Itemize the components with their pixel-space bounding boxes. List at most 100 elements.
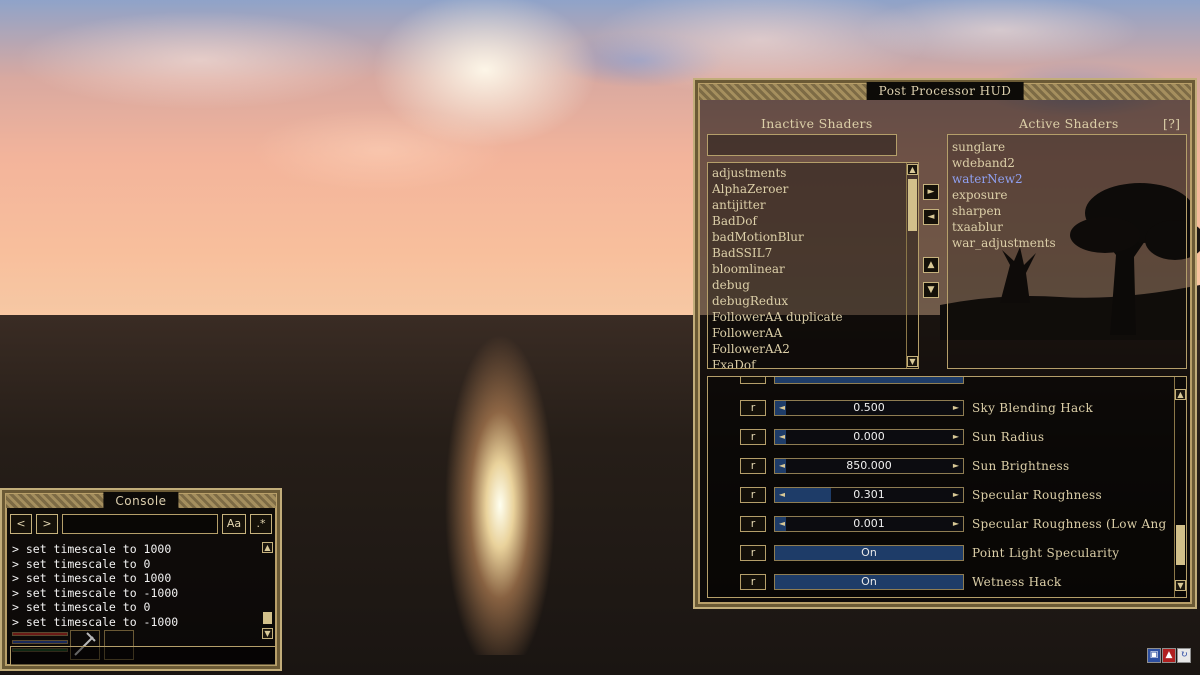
inactive-shader-item[interactable]: BadSSIL7 (712, 245, 902, 261)
console-titlebar[interactable]: Console (6, 492, 276, 510)
inactive-shader-item[interactable]: FxaDof (712, 357, 902, 368)
active-shader-item[interactable]: sharpen (952, 203, 1172, 219)
health-bar (12, 632, 68, 636)
move-shader-up-button[interactable]: ▲ (923, 257, 939, 273)
inactive-shader-item[interactable]: debugRedux (712, 293, 902, 309)
tray-icon-1: ▣ (1147, 648, 1161, 663)
param-slider[interactable]: ◄ ► 0.301 (774, 487, 964, 503)
reset-button[interactable]: r (740, 487, 766, 503)
param-toggle[interactable]: On (774, 574, 964, 590)
arrow-left-icon: ◄ (927, 212, 935, 222)
console-input[interactable] (62, 514, 218, 534)
slider-value: 0.001 (853, 517, 885, 530)
reset-button[interactable]: r (740, 574, 766, 590)
inactive-list-items: adjustments AlphaZeroer antijitter BadDof ba… (712, 165, 902, 368)
param-slider[interactable]: ◄ ► 0.000 (774, 429, 964, 445)
inactive-shaders-label: Inactive Shaders (761, 116, 873, 131)
inactive-shader-item[interactable]: adjustments (712, 165, 902, 181)
param-label: Sun Radius (972, 430, 1045, 444)
add-shader-button[interactable]: ► (923, 184, 939, 200)
help-button[interactable]: [?] (1163, 116, 1180, 131)
console-next-button[interactable]: > (36, 514, 58, 534)
param-row: r On Wetness Hack (708, 571, 1178, 593)
remove-shader-button[interactable]: ◄ (923, 209, 939, 225)
tray-icon-3: ↻ (1177, 648, 1191, 663)
inactive-shader-item[interactable]: antijitter (712, 197, 902, 213)
console-prev-button[interactable]: < (10, 514, 32, 534)
slider-value: 850.000 (846, 459, 892, 472)
active-shader-item[interactable]: exposure (952, 187, 1172, 203)
scroll-thumb[interactable] (908, 179, 917, 231)
shader-parameters-panel: r ◄ ► 0.500 Sky Blending Hack r ◄ ► 0.000 Sun Rad… (707, 376, 1187, 598)
arrow-down-icon[interactable]: ▼ (1175, 580, 1186, 591)
param-label: Specular Roughness (972, 488, 1102, 502)
reset-button[interactable]: r (740, 400, 766, 416)
console-line: > set timescale to 0 (12, 556, 151, 571)
arrow-down-icon[interactable]: ▼ (262, 628, 273, 639)
active-shaders-list[interactable]: sunglare wdeband2 waterNew2 exposure sharpen… (947, 134, 1187, 369)
inactive-shader-item[interactable]: badMotionBlur (712, 229, 902, 245)
arrow-down-icon[interactable]: ▼ (907, 356, 918, 367)
reset-button[interactable]: r (740, 545, 766, 561)
shader-search-input[interactable] (707, 134, 897, 156)
arrow-up-icon: ▲ (927, 260, 935, 270)
param-label: Wetness Hack (972, 575, 1062, 589)
active-shaders-label: Active Shaders (1019, 116, 1119, 131)
console-line: > set timescale to 0 (12, 600, 151, 614)
param-row: r ◄ ► 0.301 Specular Roughness (708, 484, 1178, 506)
param-row-partial (708, 377, 1178, 387)
reset-button[interactable] (740, 377, 766, 384)
inactive-shader-item[interactable]: FollowerAA2 (712, 341, 902, 357)
arrow-up-icon[interactable]: ▲ (1175, 389, 1186, 400)
post-processor-hud: Post Processor HUD Inactive Shaders Acti… (693, 78, 1197, 609)
hud-titlebar[interactable]: Post Processor HUD (699, 82, 1191, 100)
param-label: Sun Brightness (972, 459, 1070, 473)
reset-button[interactable]: r (740, 429, 766, 445)
param-row: r ◄ ► 0.000 Sun Radius (708, 426, 1178, 448)
param-slider[interactable]: ◄ ► 0.500 (774, 400, 964, 416)
arrow-up-icon[interactable]: ▲ (907, 164, 918, 175)
inactive-shaders-list[interactable]: adjustments AlphaZeroer antijitter BadDof ba… (707, 162, 919, 369)
sun-reflection (420, 315, 580, 655)
reset-button[interactable]: r (740, 458, 766, 474)
params-scrollbar[interactable]: ▲ ▼ (1174, 377, 1186, 597)
inactive-shader-item[interactable]: FollowerAA (712, 325, 902, 341)
console-title: Console (103, 492, 179, 510)
slider-value: 0.000 (853, 430, 885, 443)
param-slider[interactable]: ◄ ► 850.000 (774, 458, 964, 474)
inactive-shader-item[interactable]: bloomlinear (712, 261, 902, 277)
active-shader-item[interactable]: wdeband2 (952, 155, 1172, 171)
console-line: > set timescale to -1000 (12, 614, 179, 629)
inactive-shader-item[interactable]: debug (712, 277, 902, 293)
param-row: r ◄ ► 850.000 Sun Brightness (708, 455, 1178, 477)
param-toggle[interactable]: On (774, 545, 964, 561)
console-bottom-bar (10, 646, 276, 666)
console-output: > set timescale to 1000 > set timescale t… (12, 542, 260, 632)
match-case-button[interactable]: Aa (222, 514, 246, 534)
param-row: r On Point Light Specularity (708, 542, 1178, 564)
active-shader-item[interactable]: sunglare (952, 139, 1172, 155)
hud-title: Post Processor HUD (866, 82, 1024, 100)
scroll-thumb[interactable] (263, 612, 272, 624)
magicka-bar (12, 640, 68, 644)
scroll-thumb[interactable] (1176, 525, 1185, 565)
move-shader-down-button[interactable]: ▼ (923, 282, 939, 298)
inactive-scrollbar[interactable]: ▲ ▼ (906, 163, 918, 368)
param-slider[interactable]: ◄ ► 0.001 (774, 516, 964, 532)
param-slider[interactable] (774, 377, 964, 384)
active-shader-item[interactable]: waterNew2 (952, 171, 1172, 187)
regex-button[interactable]: .* (250, 514, 272, 534)
console-line: > set timescale to -1000 (12, 585, 179, 600)
active-shader-item[interactable]: txaablur (952, 219, 1172, 235)
slider-value: 0.500 (853, 401, 885, 414)
active-shader-item[interactable]: war_adjustments (952, 235, 1172, 251)
arrow-up-icon[interactable]: ▲ (262, 542, 273, 553)
inactive-shader-item[interactable]: FollowerAA duplicate (712, 309, 902, 325)
param-label: Specular Roughness (Low Ang (972, 517, 1167, 531)
console-scrollbar[interactable]: ▲ ▼ (262, 542, 274, 640)
inactive-shader-item[interactable]: AlphaZeroer (712, 181, 902, 197)
reset-button[interactable]: r (740, 516, 766, 532)
inactive-shader-item[interactable]: BadDof (712, 213, 902, 229)
arrow-right-icon: ► (927, 187, 935, 197)
param-row: r ◄ ► 0.001 Specular Roughness (Low Ang (708, 513, 1178, 535)
